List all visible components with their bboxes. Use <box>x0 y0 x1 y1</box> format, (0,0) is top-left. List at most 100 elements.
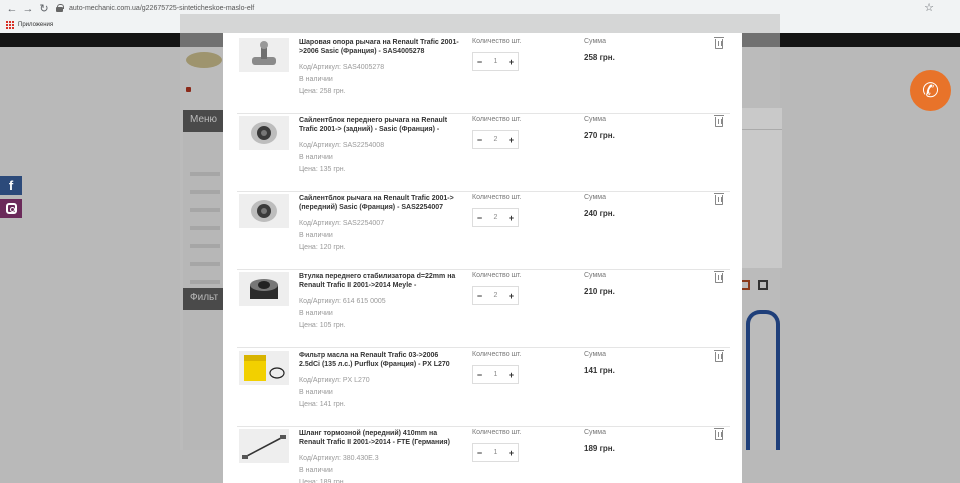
sum-value: 189 грн. <box>584 444 615 453</box>
increase-button[interactable]: + <box>505 444 518 461</box>
cart-item: Шаровая опора рычага на Renault Trafic 2… <box>237 36 730 114</box>
item-title[interactable]: Сайлентблок переднего рычага на Renault … <box>299 116 459 134</box>
item-info: Шаровая опора рычага на Renault Trafic 2… <box>299 38 459 98</box>
facebook-icon[interactable]: f <box>0 176 22 195</box>
increase-button[interactable]: + <box>505 366 518 383</box>
cart-item: Шланг тормозной (передний) 410mm на Rena… <box>237 427 730 483</box>
star-icon[interactable]: ☆ <box>924 1 934 14</box>
decrease-button[interactable]: − <box>473 209 486 226</box>
right-panel-dimmed <box>742 108 782 268</box>
sidebar-filter-label: Фильт <box>190 292 219 303</box>
lock-icon <box>56 4 64 12</box>
item-sku: Код/Артикул: 380.430Е.3 <box>299 455 379 462</box>
item-stock: В наличии <box>299 76 333 83</box>
sum-label: Сумма <box>584 194 606 201</box>
item-price: Цена: 258 грн. <box>299 88 346 95</box>
home-icon <box>186 87 191 92</box>
increase-button[interactable]: + <box>505 53 518 70</box>
oil-filter-icon[interactable] <box>239 351 289 385</box>
quantity-label: Количество шт. <box>472 429 522 436</box>
decrease-button[interactable]: − <box>473 131 486 148</box>
bushing-icon[interactable] <box>239 194 289 228</box>
item-price: Цена: 189 грн. <box>299 479 346 483</box>
quantity-value[interactable]: 2 <box>486 292 505 299</box>
phone-icon: ✆ <box>922 80 939 102</box>
cart-item: Сайлентблок рычага на Renault Trafic 200… <box>237 192 730 270</box>
quantity-stepper[interactable]: − 1 + <box>472 365 519 384</box>
item-price: Цена: 120 грн. <box>299 244 346 251</box>
quantity-label: Количество шт. <box>472 351 522 358</box>
apps-icon[interactable] <box>6 21 14 29</box>
quantity-value[interactable]: 1 <box>486 58 505 65</box>
trash-icon[interactable] <box>714 350 724 362</box>
view-toggle-icons <box>740 280 774 292</box>
quantity-stepper[interactable]: − 2 + <box>472 208 519 227</box>
decrease-button[interactable]: − <box>473 366 486 383</box>
sum-label: Сумма <box>584 38 606 45</box>
item-info: Шланг тормозной (передний) 410mm на Rena… <box>299 429 459 483</box>
decrease-button[interactable]: − <box>473 53 486 70</box>
quantity-value[interactable]: 2 <box>486 136 505 143</box>
item-price: Цена: 135 грн. <box>299 166 346 173</box>
item-stock: В наличии <box>299 310 333 317</box>
increase-button[interactable]: + <box>505 209 518 226</box>
quantity-stepper[interactable]: − 1 + <box>472 52 519 71</box>
decrease-button[interactable]: − <box>473 444 486 461</box>
item-sku: Код/Артикул: SAS2254008 <box>299 142 385 149</box>
reload-icon[interactable]: ↻ <box>36 1 52 17</box>
sum-value: 240 грн. <box>584 209 615 218</box>
quantity-value[interactable]: 1 <box>486 371 505 378</box>
item-sku: Код/Артикул: 614 615 0005 <box>299 298 386 305</box>
item-info: Сайлентблок переднего рычага на Renault … <box>299 116 459 176</box>
instagram-icon[interactable] <box>0 199 22 218</box>
trash-icon[interactable] <box>714 428 724 440</box>
quantity-label: Количество шт. <box>472 272 522 279</box>
trash-icon[interactable] <box>714 115 724 127</box>
item-title[interactable]: Фильтр масла на Renault Trafic 03->2006 … <box>299 351 459 369</box>
item-title[interactable]: Шаровая опора рычага на Renault Trafic 2… <box>299 38 459 56</box>
cart-item: Втулка переднего стабилизатора d=22mm на… <box>237 270 730 348</box>
sum-value: 258 грн. <box>584 53 615 62</box>
sum-label: Сумма <box>584 429 606 436</box>
ball-joint-icon[interactable] <box>239 38 289 72</box>
address-bar[interactable]: auto-mechanic.com.ua/g22675725-sintetich… <box>56 1 254 15</box>
quantity-value[interactable]: 1 <box>486 449 505 456</box>
item-stock: В наличии <box>299 154 333 161</box>
quantity-label: Количество шт. <box>472 194 522 201</box>
increase-button[interactable]: + <box>505 131 518 148</box>
item-info: Фильтр масла на Renault Trafic 03->2006 … <box>299 351 459 411</box>
sum-value: 141 грн. <box>584 366 615 375</box>
back-icon[interactable]: ← <box>4 1 20 17</box>
apps-label[interactable]: Приложения <box>18 22 53 28</box>
quantity-label: Количество шт. <box>472 116 522 123</box>
cart-modal: Шаровая опора рычага на Renault Trafic 2… <box>223 33 742 483</box>
cart-item: Фильтр масла на Renault Trafic 03->2006 … <box>237 349 730 427</box>
item-stock: В наличии <box>299 232 333 239</box>
quantity-label: Количество шт. <box>472 38 522 45</box>
quantity-stepper[interactable]: − 2 + <box>472 286 519 305</box>
quantity-value[interactable]: 2 <box>486 214 505 221</box>
bushing-icon[interactable] <box>239 116 289 150</box>
decrease-button[interactable]: − <box>473 287 486 304</box>
item-title[interactable]: Втулка переднего стабилизатора d=22mm на… <box>299 272 459 290</box>
sidebar-menu-label: Меню <box>190 114 218 125</box>
quantity-stepper[interactable]: − 2 + <box>472 130 519 149</box>
phone-call-button[interactable]: ✆ <box>910 70 951 111</box>
stabilizer-bushing-icon[interactable] <box>239 272 289 306</box>
forward-icon[interactable]: → <box>20 1 36 17</box>
item-sku: Код/Артикул: SAS4005278 <box>299 64 385 71</box>
site-logo <box>186 52 222 68</box>
quantity-stepper[interactable]: − 1 + <box>472 443 519 462</box>
trash-icon[interactable] <box>714 37 724 49</box>
item-price: Цена: 105 грн. <box>299 322 346 329</box>
trash-icon[interactable] <box>714 271 724 283</box>
item-title[interactable]: Сайлентблок рычага на Renault Trafic 200… <box>299 194 459 212</box>
item-title[interactable]: Шланг тормозной (передний) 410mm на Rena… <box>299 429 459 447</box>
increase-button[interactable]: + <box>505 287 518 304</box>
trash-icon[interactable] <box>714 193 724 205</box>
item-stock: В наличии <box>299 389 333 396</box>
brake-hose-icon[interactable] <box>239 429 289 463</box>
sum-value: 210 грн. <box>584 287 615 296</box>
sum-label: Сумма <box>584 116 606 123</box>
item-info: Втулка переднего стабилизатора d=22mm на… <box>299 272 459 332</box>
